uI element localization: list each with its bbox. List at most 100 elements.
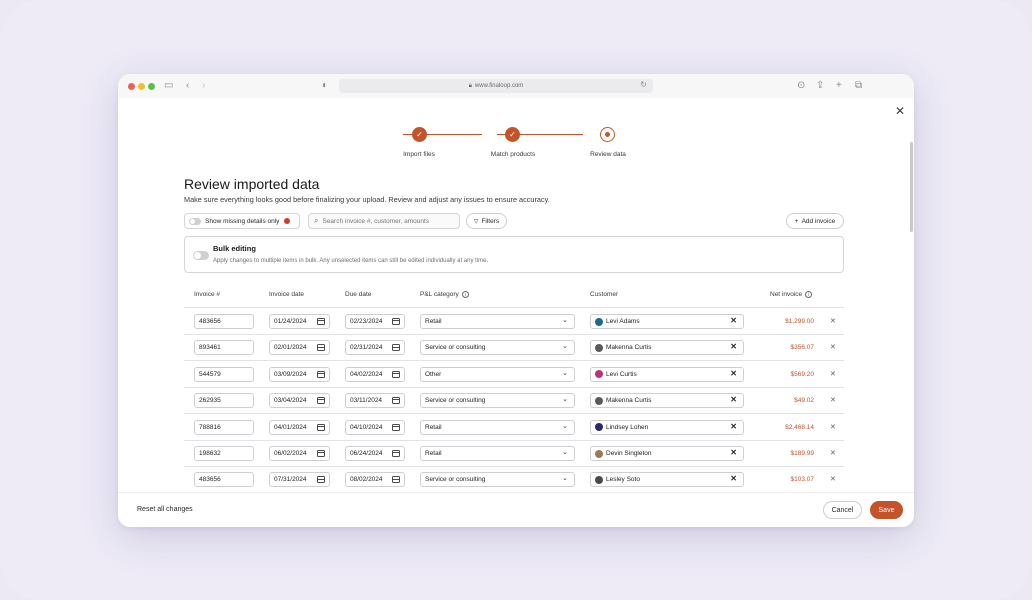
- cancel-button[interactable]: Cancel: [823, 501, 862, 519]
- category-value: Service or consulting: [425, 476, 486, 484]
- invoice-number-input[interactable]: 483656: [194, 472, 254, 488]
- calendar-icon[interactable]: [392, 344, 400, 352]
- calendar-icon[interactable]: [317, 423, 325, 431]
- header-customer: Customer: [590, 291, 619, 298]
- category-select[interactable]: Service or consulting ⌄: [420, 340, 575, 356]
- due-date-picker[interactable]: 02/31/2024: [345, 340, 405, 356]
- category-select[interactable]: Other ⌄: [420, 366, 575, 382]
- clear-customer-icon[interactable]: ✕: [730, 422, 737, 431]
- toggle-switch[interactable]: [189, 217, 201, 225]
- missing-details-toggle[interactable]: Show missing details only: [184, 213, 300, 229]
- info-icon[interactable]: i: [805, 291, 813, 298]
- remove-row-icon[interactable]: ✕: [830, 370, 836, 378]
- chevron-down-icon: ⌄: [562, 422, 568, 430]
- missing-details-indicator: [284, 218, 291, 224]
- add-invoice-button[interactable]: + Add invoice: [786, 213, 844, 229]
- category-select[interactable]: Service or consulting ⌄: [420, 472, 575, 488]
- remove-row-icon[interactable]: ✕: [830, 475, 836, 483]
- tabs-overview-icon[interactable]: ⧉: [855, 80, 862, 92]
- filters-button[interactable]: ▽ Filters: [466, 213, 507, 229]
- category-select[interactable]: Retail ⌄: [420, 419, 575, 435]
- category-select[interactable]: Service or consulting ⌄: [420, 393, 575, 409]
- customer-select[interactable]: Devin Singleton ✕: [590, 446, 744, 461]
- calendar-icon[interactable]: [392, 476, 400, 484]
- close-icon[interactable]: ✕: [895, 104, 905, 118]
- invoice-date-picker[interactable]: 03/04/2024: [269, 393, 330, 409]
- invoice-date-picker[interactable]: 07/31/2024: [269, 472, 330, 488]
- forward-icon[interactable]: ›: [202, 80, 205, 92]
- clear-customer-icon[interactable]: ✕: [730, 395, 737, 404]
- invoice-date-picker[interactable]: 01/24/2024: [269, 314, 330, 329]
- customer-select[interactable]: Makenna Curtis ✕: [590, 340, 744, 356]
- calendar-icon[interactable]: [392, 423, 400, 431]
- remove-row-icon[interactable]: ✕: [830, 423, 836, 431]
- reload-icon[interactable]: ↻: [640, 80, 647, 89]
- calendar-icon[interactable]: [317, 344, 325, 352]
- sidebar-icon[interactable]: ▭: [164, 80, 173, 92]
- minimize-window-button[interactable]: [138, 83, 145, 90]
- clear-customer-icon[interactable]: ✕: [730, 342, 737, 351]
- customer-select[interactable]: Lindsey Lohen ✕: [590, 419, 744, 435]
- calendar-icon[interactable]: [392, 450, 400, 457]
- customer-select[interactable]: Levi Curtis ✕: [590, 366, 744, 382]
- due-date-picker[interactable]: 04/02/2024: [345, 366, 405, 382]
- customer-select[interactable]: Levi Adams ✕: [590, 314, 744, 329]
- calendar-icon[interactable]: [317, 476, 325, 484]
- share-icon[interactable]: ⇪: [816, 80, 824, 92]
- footer-divider: [118, 492, 914, 493]
- invoice-number-input[interactable]: 483656: [194, 314, 254, 329]
- invoice-number-input[interactable]: 198632: [194, 446, 254, 461]
- due-date-picker[interactable]: 03/11/2024: [345, 393, 405, 409]
- calendar-icon[interactable]: [392, 397, 400, 405]
- bulk-editing-toggle[interactable]: [193, 251, 209, 260]
- due-date-picker[interactable]: 08/02/2024: [345, 472, 405, 488]
- scrollbar-thumb[interactable]: [910, 142, 913, 232]
- customer-select[interactable]: Lesley Soto ✕: [590, 472, 744, 488]
- invoice-number-input[interactable]: 544579: [194, 366, 254, 382]
- invoice-number-input[interactable]: 788816: [194, 419, 254, 435]
- clear-customer-icon[interactable]: ✕: [730, 316, 737, 325]
- search-input[interactable]: [322, 217, 453, 225]
- clear-customer-icon[interactable]: ✕: [730, 448, 737, 457]
- remove-row-icon[interactable]: ✕: [830, 317, 836, 325]
- maximize-window-button[interactable]: [148, 83, 155, 90]
- calendar-icon[interactable]: [392, 370, 400, 378]
- search-field[interactable]: ⌕: [308, 213, 460, 229]
- invoice-date-picker[interactable]: 06/02/2024: [269, 446, 330, 461]
- due-date-picker[interactable]: 04/10/2024: [345, 419, 405, 435]
- address-bar[interactable]: 🔒︎ www.finaloop.com ↻: [339, 79, 653, 93]
- info-icon[interactable]: i: [461, 291, 469, 298]
- avatar: [595, 396, 603, 405]
- invoice-date-picker[interactable]: 03/09/2024: [269, 366, 330, 382]
- close-window-button[interactable]: [128, 83, 135, 90]
- calendar-icon[interactable]: [317, 450, 325, 457]
- clear-customer-icon[interactable]: ✕: [730, 369, 737, 378]
- invoice-number-value: 788816: [199, 423, 221, 431]
- remove-row-icon[interactable]: ✕: [830, 396, 836, 404]
- customer-select[interactable]: Makenna Curtis ✕: [590, 393, 744, 409]
- category-select[interactable]: Retail ⌄: [420, 446, 575, 461]
- invoice-date-picker[interactable]: 04/01/2024: [269, 419, 330, 435]
- calendar-icon[interactable]: [392, 318, 400, 325]
- new-tab-icon[interactable]: +: [836, 80, 842, 92]
- download-icon[interactable]: ⊙: [797, 80, 805, 92]
- invoice-number-input[interactable]: 893461: [194, 340, 254, 356]
- due-date-picker[interactable]: 02/23/2024: [345, 314, 405, 329]
- invoice-date-picker[interactable]: 02/01/2024: [269, 340, 330, 356]
- net-invoice-amount: $103.07: [790, 476, 815, 484]
- remove-row-icon[interactable]: ✕: [830, 449, 836, 457]
- calendar-icon[interactable]: [317, 397, 325, 405]
- calendar-icon[interactable]: [317, 318, 325, 325]
- category-select[interactable]: Retail ⌄: [420, 314, 575, 329]
- save-button[interactable]: Save: [870, 501, 903, 519]
- shield-icon[interactable]: ◐: [322, 80, 328, 92]
- due-date-picker[interactable]: 06/24/2024: [345, 446, 405, 461]
- invoice-number-input[interactable]: 262935: [194, 393, 254, 409]
- invoice-number-value: 544579: [199, 370, 221, 378]
- remove-row-icon[interactable]: ✕: [830, 343, 836, 351]
- table-row: 198632 06/02/2024 06/24/2024 Retail ⌄ Dev…: [118, 440, 914, 466]
- back-icon[interactable]: ‹: [186, 80, 189, 92]
- calendar-icon[interactable]: [317, 370, 325, 378]
- clear-customer-icon[interactable]: ✕: [730, 474, 737, 483]
- reset-all-changes-link[interactable]: Reset all changes: [137, 506, 193, 513]
